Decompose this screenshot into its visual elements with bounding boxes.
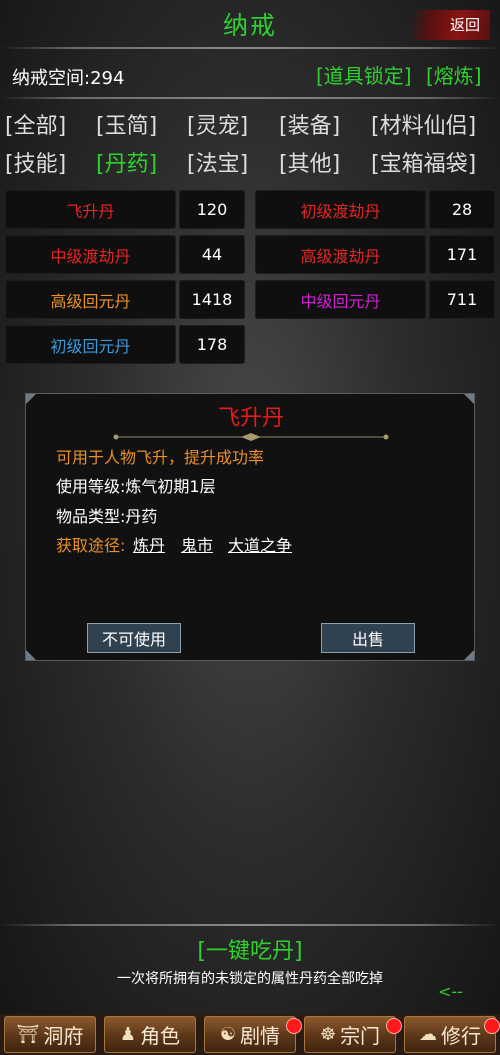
- divider: [0, 47, 500, 49]
- item-slot-name[interactable]: 高级回元丹: [5, 280, 176, 319]
- bottom-nav: ⛩ 洞府 ♟ 角色 ☯ 剧情 ☸ 宗门 ☁ 修行: [0, 1014, 500, 1055]
- tab-pills[interactable]: [丹药]: [96, 146, 157, 178]
- story-icon: ☯: [219, 1024, 237, 1045]
- item-level: 使用等级:炼气初期1层: [56, 477, 216, 496]
- tab-equipment[interactable]: [装备]: [279, 108, 340, 140]
- item-slot-count[interactable]: 44: [179, 235, 245, 274]
- source-label: 获取途径:: [56, 536, 126, 555]
- nav-sect-button[interactable]: ☸ 宗门: [304, 1016, 396, 1053]
- item-slot-count[interactable]: 28: [429, 190, 495, 229]
- nav-cave-button[interactable]: ⛩ 洞府: [4, 1016, 96, 1053]
- item-slot-name[interactable]: 飞升丹: [5, 190, 176, 229]
- tab-treasure[interactable]: [法宝]: [187, 146, 248, 178]
- nav-label: 洞府: [43, 1024, 84, 1048]
- source-link-alchemy[interactable]: 炼丹: [133, 532, 165, 556]
- nav-label: 角色: [140, 1024, 181, 1048]
- sell-button[interactable]: 出售: [321, 623, 415, 653]
- tab-jade-slip[interactable]: [玉简]: [96, 108, 157, 140]
- back-label: 返回: [449, 16, 480, 34]
- tab-skills[interactable]: [技能]: [5, 146, 66, 178]
- corner-ornament-icon: [26, 650, 36, 660]
- sect-icon: ☸: [319, 1024, 337, 1045]
- collapse-arrow[interactable]: <--: [438, 982, 463, 1001]
- tab-chests[interactable]: [宝箱福袋]: [371, 146, 476, 178]
- item-slot-name[interactable]: 中级渡劫丹: [5, 235, 176, 274]
- tab-all[interactable]: [全部]: [5, 108, 66, 140]
- eat-all-description: 一次将所拥有的未锁定的属性丹药全部吃掉: [117, 971, 383, 987]
- item-slot-count[interactable]: 120: [179, 190, 245, 229]
- item-detail-dialog: 飞升丹 可用于人物飞升，提升成功率 使用等级:炼气初期1层 物品类型:丹药 获取…: [25, 393, 475, 661]
- item-lock-button[interactable]: [道具锁定]: [316, 60, 412, 89]
- item-type: 物品类型:丹药: [56, 507, 158, 526]
- eat-all-pills-button[interactable]: [一键吃丹]: [0, 933, 500, 965]
- cultivate-icon: ☁: [419, 1024, 437, 1045]
- tab-spirit-pet[interactable]: [灵宠]: [187, 108, 248, 140]
- item-slot-name[interactable]: 初级回元丹: [5, 325, 176, 364]
- use-button[interactable]: 不可使用: [87, 623, 181, 653]
- notification-dot: [484, 1018, 500, 1034]
- nav-label: 修行: [441, 1024, 481, 1048]
- item-slot-count[interactable]: 178: [179, 325, 245, 364]
- item-description: 可用于人物飞升，提升成功率: [56, 448, 265, 467]
- gate-icon: ⛩: [16, 1024, 40, 1045]
- ornamental-divider: [113, 433, 389, 441]
- source-link-dao-contest[interactable]: 大道之争: [228, 532, 292, 556]
- item-slot-name[interactable]: 初级渡劫丹: [255, 190, 426, 229]
- divider: [0, 924, 500, 926]
- nav-character-button[interactable]: ♟ 角色: [104, 1016, 196, 1053]
- item-slot-name[interactable]: 高级渡劫丹: [255, 235, 426, 274]
- smelt-button[interactable]: [熔炼]: [426, 60, 482, 89]
- nav-label: 剧情: [240, 1024, 281, 1048]
- character-icon: ♟: [119, 1024, 137, 1045]
- nav-cultivate-button[interactable]: ☁ 修行: [404, 1016, 496, 1053]
- back-button[interactable]: 返回: [412, 10, 490, 40]
- storage-space: 纳戒空间:294: [12, 68, 125, 89]
- notification-dot: [286, 1018, 302, 1034]
- item-slot-count[interactable]: 711: [429, 280, 495, 319]
- source-link-ghost-market[interactable]: 鬼市: [181, 532, 213, 556]
- item-name: 飞升丹: [217, 406, 284, 431]
- tab-other[interactable]: [其他]: [279, 146, 340, 178]
- notification-dot: [386, 1018, 402, 1034]
- tab-materials[interactable]: [材料仙侣]: [371, 108, 476, 140]
- corner-ornament-icon: [464, 650, 474, 660]
- item-slot-name[interactable]: 中级回元丹: [255, 280, 426, 319]
- item-slot-count[interactable]: 171: [429, 235, 495, 274]
- nav-story-button[interactable]: ☯ 剧情: [204, 1016, 296, 1053]
- nav-label: 宗门: [340, 1024, 381, 1048]
- divider: [0, 97, 500, 99]
- item-slot-count[interactable]: 1418: [179, 280, 245, 319]
